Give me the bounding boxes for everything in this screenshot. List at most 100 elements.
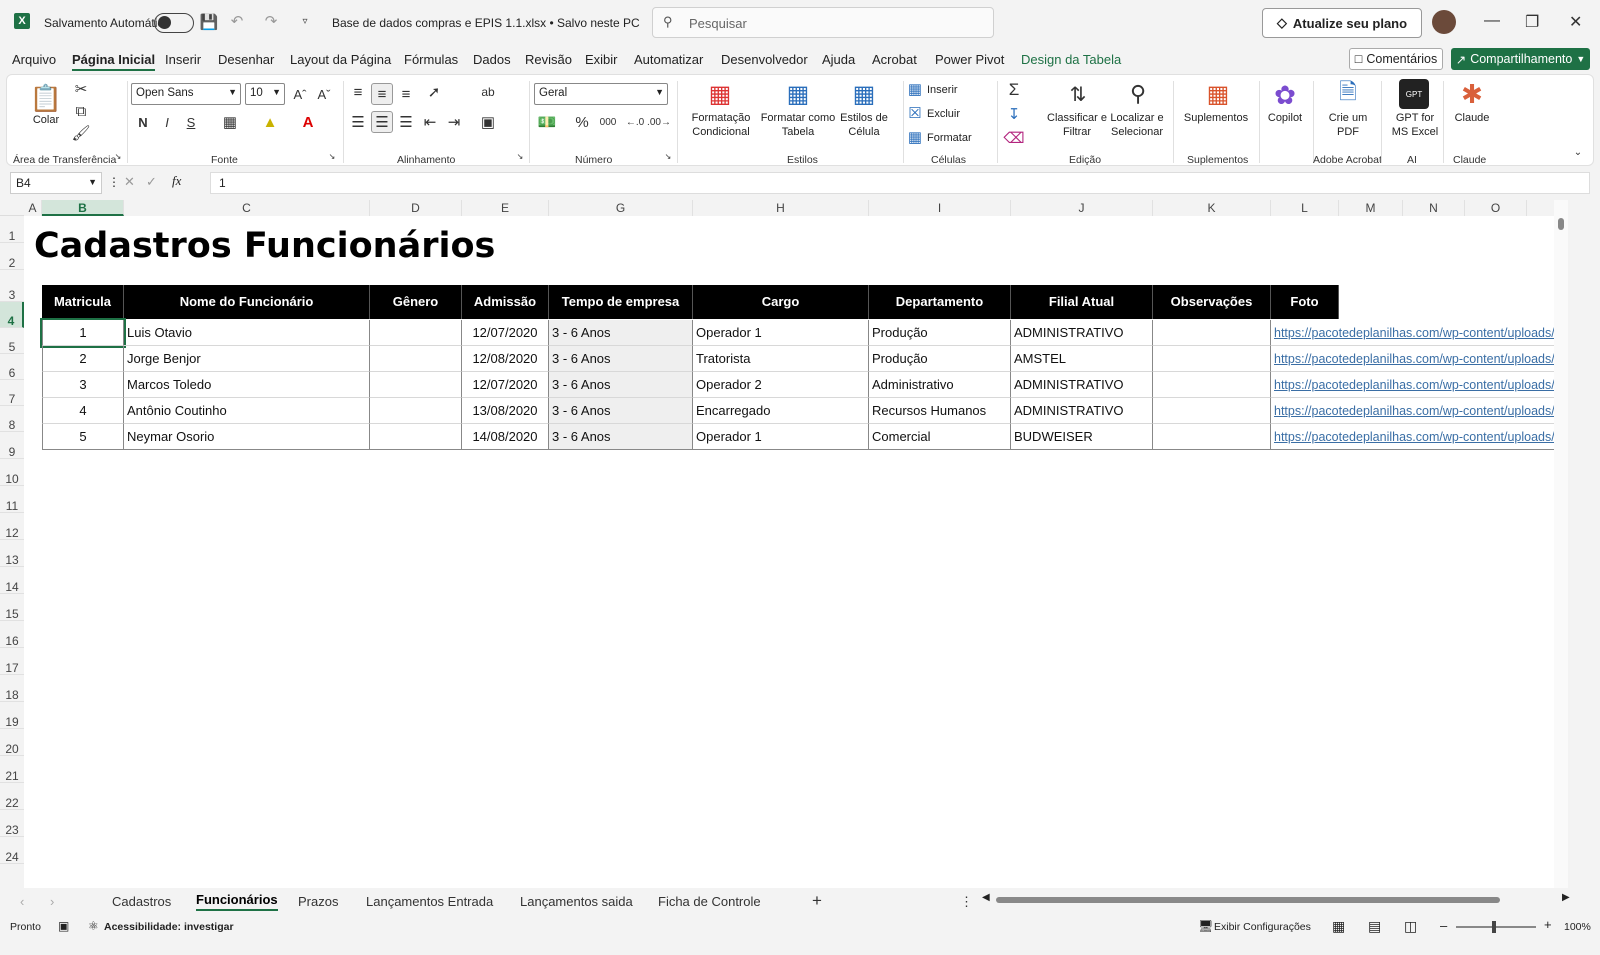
decrease-font-icon[interactable]: Aˇ [315, 85, 333, 103]
cell-styles-label[interactable]: Estilos de Célula [837, 111, 891, 139]
row-header[interactable]: 12 [0, 513, 24, 540]
menu-formulas[interactable]: Fórmulas [404, 52, 458, 67]
table-cell[interactable]: Encarregado [693, 398, 869, 424]
decrease-indent-icon[interactable]: ⇤ [421, 113, 439, 131]
create-pdf-label[interactable]: Crie um PDF [1323, 111, 1373, 139]
menu-pagina-inicial[interactable]: Página Inicial [72, 52, 156, 71]
table-cell[interactable]: Produção [869, 320, 1011, 346]
zoom-slider[interactable] [1456, 921, 1536, 933]
table-cell[interactable]: 12/07/2020 [462, 372, 549, 398]
claude-label[interactable]: Claude [1447, 111, 1497, 125]
table-cell[interactable]: Antônio Coutinho [124, 398, 370, 424]
table-cell[interactable]: https://pacotedeplanilhas.com/wp-content… [1271, 424, 1568, 450]
scroll-right-icon[interactable]: ▶ [1562, 892, 1570, 903]
table-cell[interactable]: 3 [42, 372, 124, 398]
column-header-a[interactable]: A [24, 200, 42, 216]
close-icon[interactable]: ✕ [1569, 12, 1582, 32]
table-header-cell[interactable]: Matricula [42, 285, 124, 319]
column-header-i[interactable]: I [869, 200, 1011, 216]
sort-filter-label[interactable]: Classificar e Filtrar [1047, 111, 1107, 139]
zoom-in-icon[interactable]: + [1544, 917, 1552, 932]
conditional-formatting-icon[interactable]: ▦ [705, 79, 735, 109]
display-settings-button[interactable]: Exibir Configurações [1214, 921, 1311, 933]
row-header[interactable]: 8 [0, 406, 24, 432]
table-cell[interactable]: Luis Otavio [124, 320, 370, 346]
table-cell[interactable]: AMSTEL [1011, 346, 1153, 372]
orientation-icon[interactable]: ➚ [425, 83, 443, 101]
thousands-button[interactable]: 000 [597, 113, 619, 131]
delete-cells-icon[interactable]: ☒ [907, 105, 923, 122]
row-header[interactable]: 3 [0, 270, 24, 302]
increase-indent-icon[interactable]: ⇥ [445, 113, 463, 131]
italic-button[interactable]: I [158, 113, 176, 131]
table-header-cell[interactable]: Gênero [370, 285, 462, 319]
accessibility-status[interactable]: Acessibilidade: investigar [104, 921, 234, 933]
table-cell[interactable] [1153, 372, 1271, 398]
menu-acrobat[interactable]: Acrobat [872, 52, 917, 67]
fill-icon[interactable]: ↧ [1005, 105, 1023, 123]
row-header[interactable]: 6 [0, 354, 24, 380]
menu-automatizar[interactable]: Automatizar [634, 52, 703, 67]
more-options-icon[interactable]: ⋮ [108, 175, 120, 189]
table-cell[interactable]: Operador 1 [693, 320, 869, 346]
table-cell[interactable]: 3 - 6 Anos [549, 424, 693, 450]
page-layout-view-icon[interactable]: ▤ [1368, 918, 1381, 935]
menu-exibir[interactable]: Exibir [585, 52, 618, 67]
increase-font-icon[interactable]: Aˆ [291, 85, 309, 103]
table-cell[interactable] [370, 346, 462, 372]
restore-icon[interactable]: ❐ [1525, 12, 1539, 32]
table-header-cell[interactable]: Admissão [462, 285, 549, 319]
table-cell[interactable] [370, 320, 462, 346]
table-cell[interactable]: Jorge Benjor [124, 346, 370, 372]
paste-label[interactable]: Colar [31, 113, 61, 127]
row-header[interactable]: 5 [0, 328, 24, 354]
number-dialog-launcher-icon[interactable]: ↘ [663, 151, 673, 161]
table-cell[interactable] [1153, 346, 1271, 372]
scroll-tabs-left-icon[interactable]: ‹ [20, 894, 24, 909]
find-select-label[interactable]: Localizar e Selecionar [1105, 111, 1169, 139]
table-cell[interactable]: Marcos Toledo [124, 372, 370, 398]
table-cell[interactable]: Neymar Osorio [124, 424, 370, 450]
scroll-tabs-right-icon[interactable]: › [50, 894, 54, 909]
row-header[interactable]: 19 [0, 702, 24, 729]
sheet-tab-funcionarios[interactable]: Funcionários [196, 892, 278, 911]
insert-function-button[interactable]: fx [172, 173, 181, 189]
claude-icon[interactable]: ✱ [1457, 79, 1487, 109]
row-header[interactable]: 20 [0, 729, 24, 756]
menu-arquivo[interactable]: Arquivo [12, 52, 56, 67]
row-header[interactable]: 4 [0, 302, 24, 328]
clear-icon[interactable]: ⌫ [1003, 129, 1024, 147]
formula-input[interactable]: 1 [210, 172, 1590, 194]
table-header-cell[interactable]: Cargo [693, 285, 869, 319]
table-cell[interactable]: Produção [869, 346, 1011, 372]
row-header[interactable]: 23 [0, 810, 24, 837]
percent-button[interactable]: % [573, 113, 591, 131]
copy-icon[interactable]: ⧉ [73, 103, 89, 120]
autosum-icon[interactable]: Σ [1005, 80, 1023, 99]
column-header-h[interactable]: H [693, 200, 869, 216]
table-cell[interactable]: ADMINISTRATIVO [1011, 320, 1153, 346]
row-header[interactable]: 10 [0, 459, 24, 486]
customize-toolbar-icon[interactable]: ▿ [298, 12, 312, 30]
font-name-select[interactable]: Open Sans ▼ [131, 83, 241, 105]
align-left-icon[interactable]: ☰ [349, 113, 367, 131]
menu-dados[interactable]: Dados [473, 52, 511, 67]
font-dialog-launcher-icon[interactable]: ↘ [327, 151, 337, 161]
comments-button[interactable]: □ Comentários [1349, 48, 1443, 70]
sheet-tab-ficha-controle[interactable]: Ficha de Controle [658, 894, 761, 909]
table-cell[interactable]: Administrativo [869, 372, 1011, 398]
menu-ajuda[interactable]: Ajuda [822, 52, 855, 67]
column-header-e[interactable]: E [462, 200, 549, 216]
row-header[interactable]: 11 [0, 486, 24, 513]
column-header-b[interactable]: B [42, 200, 124, 216]
column-header-g[interactable]: G [549, 200, 693, 216]
row-header[interactable]: 16 [0, 621, 24, 648]
format-cells-label[interactable]: Formatar [927, 131, 972, 145]
table-cell[interactable]: 3 - 6 Anos [549, 398, 693, 424]
scroll-left-icon[interactable]: ◀ [982, 892, 990, 903]
normal-view-icon[interactable]: ▦ [1332, 918, 1345, 935]
row-header[interactable]: 2 [0, 243, 24, 270]
menu-desenhar[interactable]: Desenhar [218, 52, 274, 67]
share-button[interactable]: ↗ Compartilhamento ▼ [1451, 48, 1590, 70]
sheet-tab-cadastros[interactable]: Cadastros [112, 894, 171, 909]
